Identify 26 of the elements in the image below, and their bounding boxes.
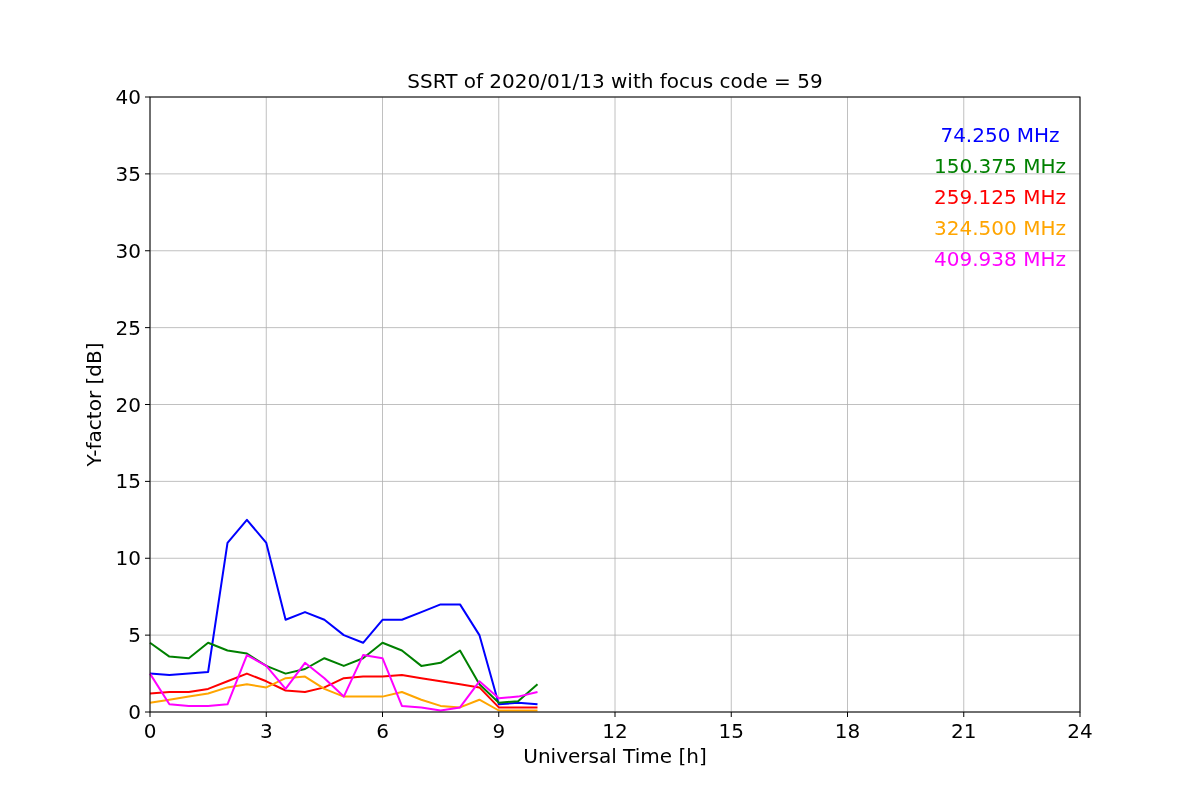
tick-label: 5 xyxy=(128,623,141,648)
legend-label: 259.125 MHz xyxy=(934,185,1066,209)
tick-label: 21 xyxy=(951,719,977,743)
tick-label: 24 xyxy=(1067,719,1093,743)
axis-label: Y-factor [dB] xyxy=(82,342,106,467)
tick-label: 0 xyxy=(128,700,141,724)
legend-label: 74.250 MHz xyxy=(940,123,1060,147)
legend-label: 409.938 MHz xyxy=(934,247,1066,271)
chart-title: SSRT of 2020/01/13 with focus code = 59 xyxy=(407,69,823,93)
tick-label: 15 xyxy=(115,469,141,494)
tick-label: 6 xyxy=(376,719,389,743)
legend-label: 150.375 MHz xyxy=(934,154,1066,178)
tick-label: 18 xyxy=(834,719,861,743)
tick-label: 0 xyxy=(143,719,157,743)
tick-label: 25 xyxy=(115,315,141,340)
legend-label: 324.500 MHz xyxy=(934,216,1066,240)
tick-label: 30 xyxy=(115,238,141,263)
axis-label: Universal Time [h] xyxy=(523,744,707,768)
tick-label: 40 xyxy=(115,85,141,109)
tick-label: 35 xyxy=(115,161,141,186)
tick-label: 10 xyxy=(115,546,141,571)
tick-label: 15 xyxy=(718,719,744,743)
tick-label: 20 xyxy=(115,392,141,417)
tick-label: 12 xyxy=(602,719,628,743)
tick-label: 3 xyxy=(259,719,273,743)
tick-label: 9 xyxy=(492,719,506,743)
